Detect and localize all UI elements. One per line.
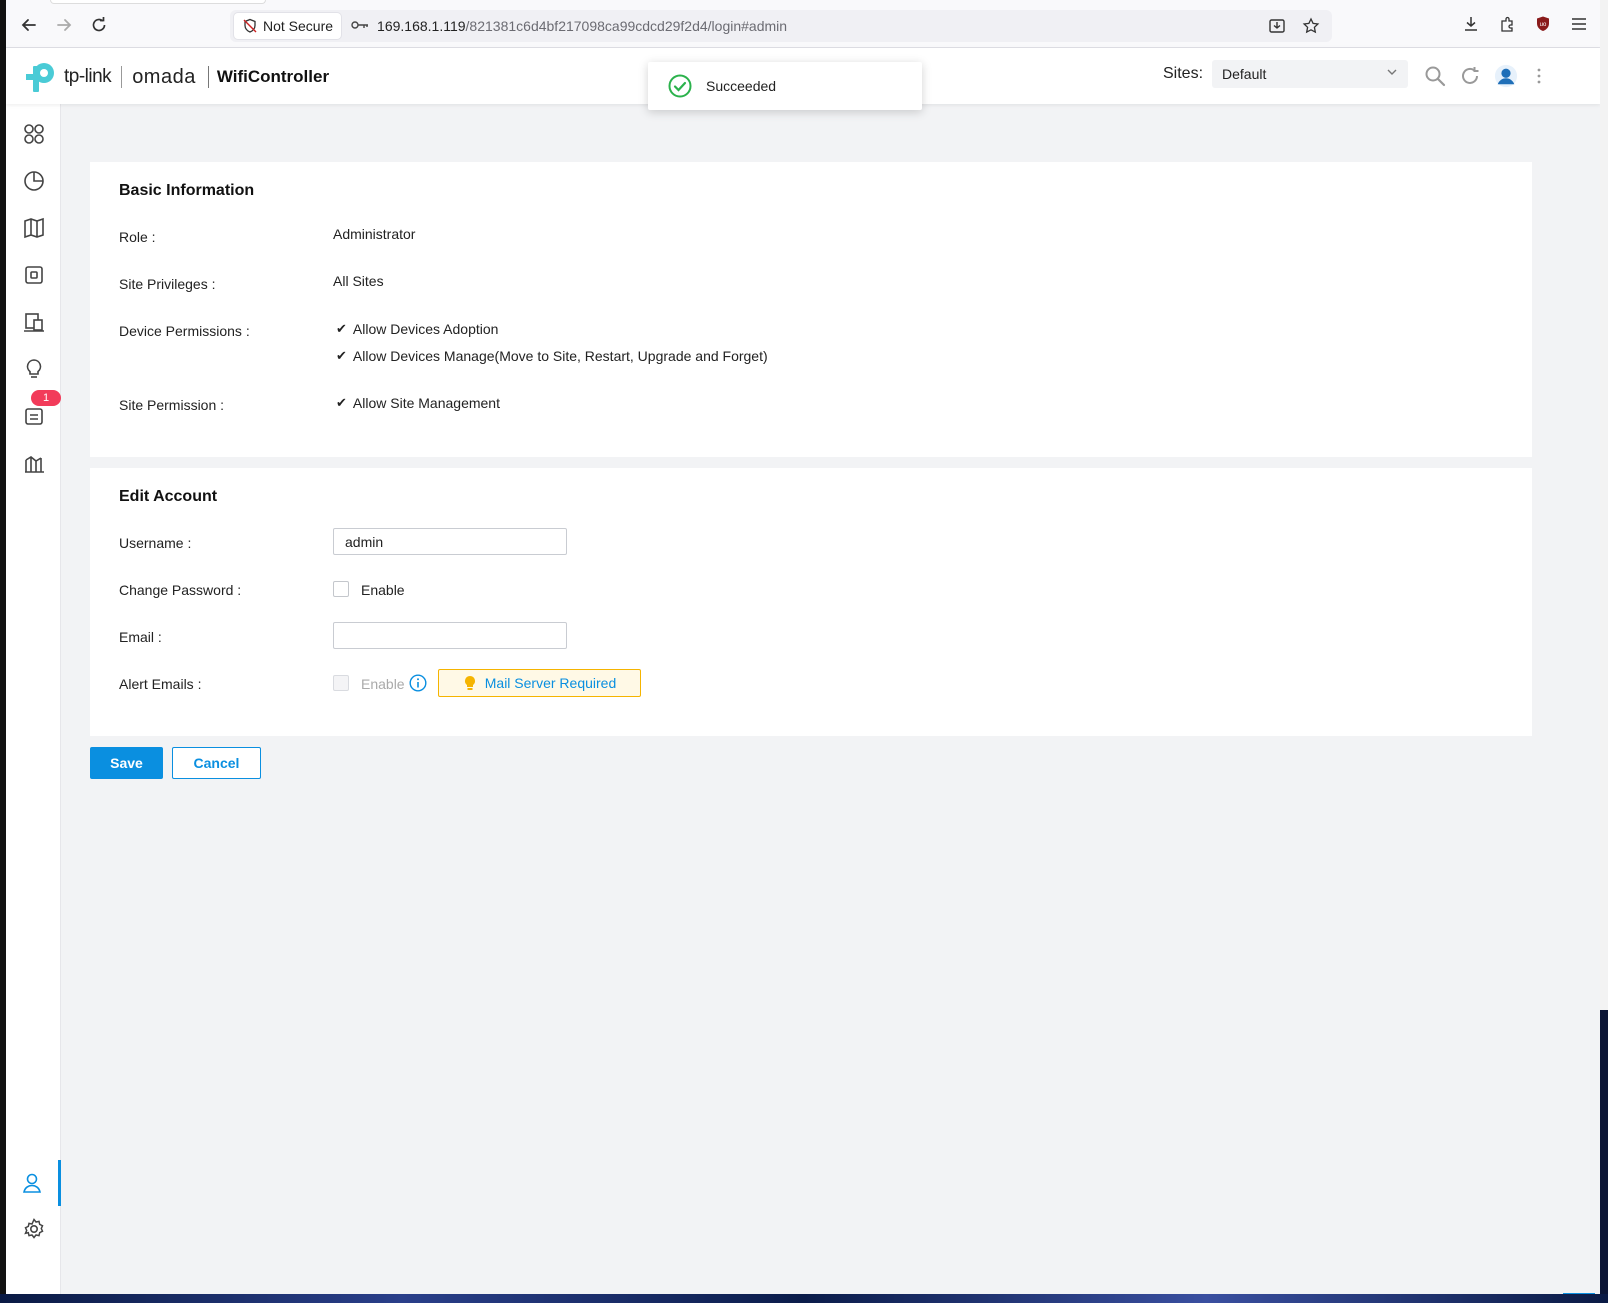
sites-selected-value: Default [1222,66,1267,82]
bookmark-star-icon[interactable] [1300,15,1322,37]
basic-information-title: Basic Information [119,182,255,199]
address-bar[interactable]: Not Secure 169.168.1.119/821381c6d4bf217… [230,10,1332,42]
sidebar-item-map[interactable] [6,208,61,248]
alert-emails-checkbox[interactable] [333,675,349,691]
brand-logo[interactable]: tp-link omada WifiController [24,60,329,94]
username-input[interactable] [333,528,567,555]
sidebar: 1 [6,104,61,1294]
alert-emails-label: Alert Emails : [119,676,202,692]
account-icon [23,1173,41,1193]
desktop-taskbar-edge [0,1294,1608,1303]
browser-window: Not Secure 169.168.1.119/821381c6d4bf217… [6,0,1600,1294]
edit-account-card: Edit Account Username : Change Password … [90,468,1532,736]
checkmark-icon: ✔ [336,395,347,410]
sidebar-item-reports[interactable] [6,443,61,483]
browser-toolbar: Not Secure 169.168.1.119/821381c6d4bf217… [6,0,1600,48]
sidebar-item-account[interactable] [6,1160,61,1206]
sidebar-item-devices[interactable] [6,255,61,295]
dashboard-icon [23,124,44,144]
sidebar-item-clients[interactable] [6,302,61,342]
extensions-icon[interactable] [1496,13,1518,35]
reload-button[interactable] [86,12,112,38]
sidebar-item-log[interactable]: 1 [6,390,61,436]
statistics-icon [23,171,44,191]
insight-icon [26,359,41,378]
back-button[interactable] [16,12,42,38]
change-password-label: Change Password : [119,582,242,598]
menu-hamburger-icon[interactable] [1568,13,1590,35]
site-permission-management: ✔ Allow Site Management [336,395,500,411]
security-indicator[interactable]: Not Secure [234,13,342,39]
device-permission-adoption: ✔ Allow Devices Adoption [336,321,499,337]
chat-support-icon[interactable] [1561,1289,1597,1294]
success-toast: Succeeded [648,62,922,110]
tp-link-logo-icon [26,63,54,92]
sites-label: Sites: [1163,65,1204,82]
back-arrow-icon [21,19,36,31]
map-icon [23,217,44,239]
device-permissions-label: Device Permissions : [119,323,250,339]
log-icon [24,408,43,425]
change-password-checkbox[interactable] [333,581,349,597]
reports-icon [24,456,44,473]
sidebar-item-statistics[interactable] [6,161,61,201]
key-icon[interactable] [351,18,371,34]
more-vertical-icon[interactable] [1527,64,1551,88]
mail-server-required-text: Mail Server Required [484,675,617,691]
install-app-icon[interactable] [1266,15,1288,37]
device-permission-manage: ✔ Allow Devices Manage(Move to Site, Res… [336,348,768,364]
checkmark-icon: ✔ [336,321,347,336]
url-text: 169.168.1.119/821381c6d4bf217098ca99cdcd… [377,18,787,34]
svg-text:uo: uo [1540,22,1547,28]
clients-icon [23,313,44,332]
refresh-icon[interactable] [1458,64,1482,88]
save-button[interactable]: Save [90,747,163,779]
username-label: Username : [119,535,192,551]
success-check-icon [668,74,692,98]
url-path: /821381c6d4bf217098ca99cdcd29f2d4/login#… [465,18,788,34]
site-permission-label: Site Permission : [119,397,225,413]
sidebar-item-settings[interactable] [6,1209,61,1249]
lightbulb-icon [464,676,475,690]
ublock-shield-icon[interactable]: uo [1532,13,1554,35]
sites-select[interactable]: Default [1212,60,1408,88]
email-input[interactable] [333,622,567,649]
cancel-button[interactable]: Cancel [172,747,261,779]
settings-icon [23,1218,43,1239]
email-label: Email : [119,629,162,645]
desktop-edge-right [1600,0,1608,1303]
forward-button[interactable] [51,12,77,38]
not-secure-shield-icon [243,18,257,33]
active-tab-edge[interactable] [50,0,266,4]
forward-arrow-icon [57,19,72,31]
site-privileges-value: All Sites [333,273,384,289]
edit-account-title: Edit Account [119,488,218,505]
brand-tp-link: tp-link [64,66,112,87]
sidebar-item-dashboard[interactable] [6,114,61,154]
reload-icon [92,17,106,32]
product-name: WifiController [216,67,330,86]
basic-information-card: Basic Information Role : Administrator S… [90,162,1532,457]
chevron-down-icon [1386,66,1398,81]
mail-server-required-link[interactable]: Mail Server Required [438,669,641,697]
alert-count-badge: 1 [31,390,61,406]
user-avatar-icon[interactable] [1494,64,1518,88]
checkmark-icon: ✔ [336,348,347,363]
site-privileges-label: Site Privileges : [119,276,216,292]
brand-omada: omada [132,65,196,88]
info-icon[interactable] [409,674,427,692]
main-content: Basic Information Role : Administrator S… [61,104,1600,1294]
toast-message: Succeeded [706,78,777,94]
downloads-icon[interactable] [1460,13,1482,35]
devices-icon [24,266,43,284]
security-label: Not Secure [263,18,334,34]
sidebar-item-insight[interactable] [6,349,61,389]
search-icon[interactable] [1423,64,1447,88]
role-label: Role : [119,229,156,245]
alert-emails-enable-label: Enable [361,676,405,692]
role-value: Administrator [333,226,416,242]
change-password-enable-label[interactable]: Enable [361,582,405,598]
url-host: 169.168.1.119 [377,18,466,34]
